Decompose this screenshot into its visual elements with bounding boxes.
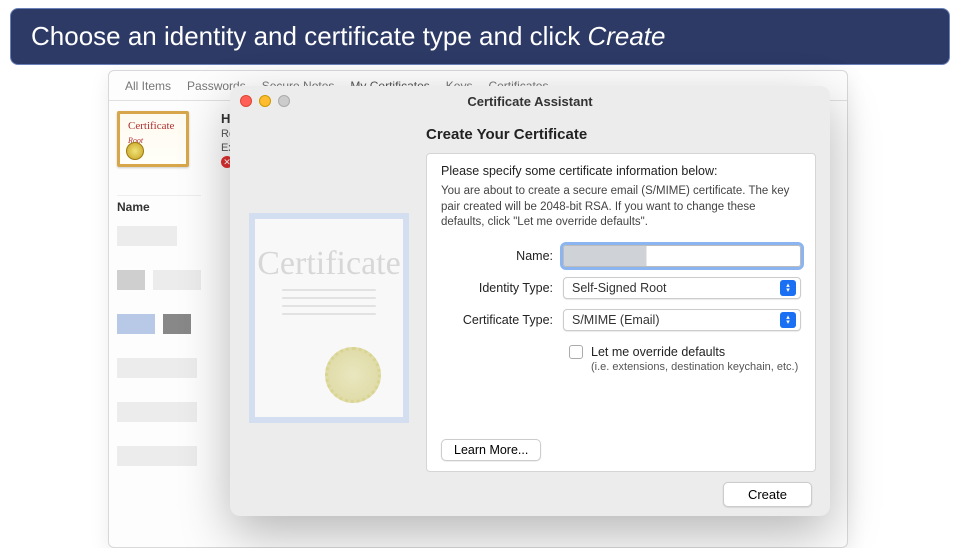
window-title: Certificate Assistant [230, 94, 830, 109]
certificate-type-label: Certificate Type: [441, 313, 563, 327]
override-defaults-label: Let me override defaults [591, 345, 725, 359]
list-item[interactable] [117, 358, 201, 378]
certificate-icon: Certificate Root [117, 111, 189, 167]
certificate-type-select[interactable]: S/MIME (Email) ▴▾ [563, 309, 801, 331]
list-item[interactable] [117, 402, 201, 422]
identity-type-label: Identity Type: [441, 281, 563, 295]
name-label: Name: [441, 249, 563, 263]
identity-type-select[interactable]: Self-Signed Root ▴▾ [563, 277, 801, 299]
certificate-watermark: Certificate [249, 213, 409, 423]
description-text: You are about to create a secure email (… [441, 184, 801, 231]
name-input[interactable] [563, 245, 801, 267]
chevron-updown-icon: ▴▾ [780, 280, 796, 296]
list-item[interactable] [117, 226, 201, 246]
seal-icon [126, 142, 144, 160]
chevron-updown-icon: ▴▾ [780, 312, 796, 328]
column-header-name[interactable]: Name [117, 195, 201, 218]
create-button[interactable]: Create [723, 482, 812, 507]
titlebar: Certificate Assistant [230, 86, 830, 116]
override-defaults-checkbox[interactable] [569, 345, 583, 359]
certificate-type-value: S/MIME (Email) [572, 313, 660, 327]
instruction-banner: Choose an identity and certificate type … [10, 8, 950, 65]
lead-text: Please specify some certificate informat… [441, 164, 801, 178]
form-panel: Please specify some certificate informat… [426, 153, 816, 472]
seal-icon [325, 347, 381, 403]
list-item[interactable] [117, 314, 201, 334]
list-rows [117, 226, 201, 466]
certificate-assistant-dialog: Certificate Assistant Certificate Create… [230, 86, 830, 516]
override-hint: (i.e. extensions, destination keychain, … [591, 361, 801, 373]
page-heading: Create Your Certificate [426, 126, 816, 143]
banner-text: Choose an identity and certificate type … [31, 21, 587, 51]
list-item[interactable] [117, 446, 201, 466]
list-item[interactable] [117, 270, 201, 290]
tab-all-items[interactable]: All Items [125, 77, 171, 100]
identity-type-value: Self-Signed Root [572, 281, 667, 295]
banner-emph: Create [587, 21, 665, 51]
learn-more-button[interactable]: Learn More... [441, 439, 541, 461]
